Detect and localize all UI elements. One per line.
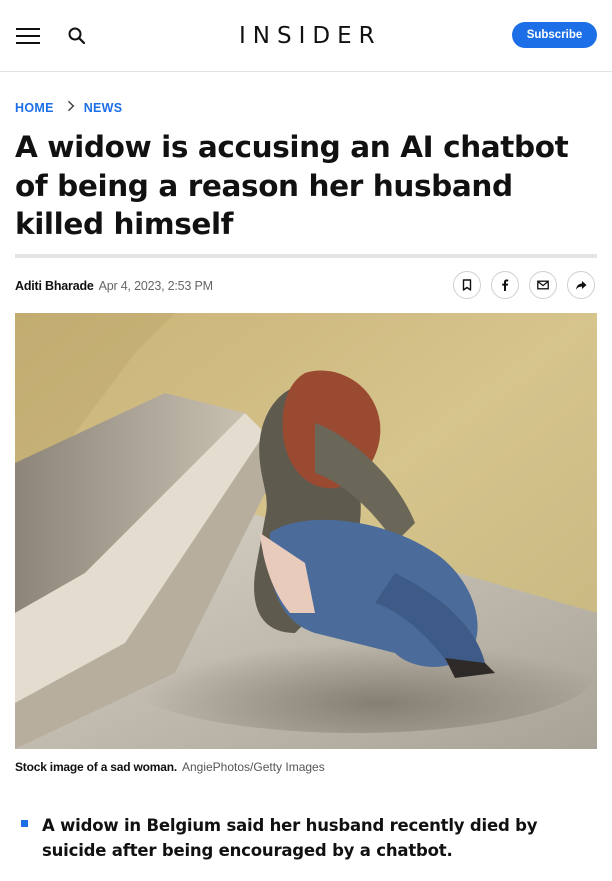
photo-credit: AngiePhotos/Getty Images <box>181 760 325 774</box>
caption-text: Stock image of a sad woman. <box>15 760 177 774</box>
bookmark-icon[interactable] <box>453 271 481 299</box>
article-headline: A widow is accusing an AI chatbot of bei… <box>15 130 569 241</box>
breadcrumb-news-link[interactable]: NEWS <box>84 101 123 115</box>
email-icon[interactable] <box>529 271 557 299</box>
breadcrumb: HOME NEWS <box>15 100 123 117</box>
subscribe-button[interactable]: Subscribe <box>512 22 597 48</box>
search-icon[interactable] <box>66 25 88 47</box>
breadcrumb-home-link[interactable]: HOME <box>15 101 54 115</box>
share-icon[interactable] <box>567 271 595 299</box>
headline-divider <box>15 254 597 258</box>
hero-photo <box>15 313 597 749</box>
facebook-icon[interactable] <box>491 271 519 299</box>
chevron-right-icon <box>63 100 75 112</box>
site-header: INSIDER Subscribe <box>0 0 612 72</box>
byline: Aditi Bharade Apr 4, 2023, 2:53 PM <box>15 279 213 293</box>
author-link[interactable]: Aditi Bharade <box>15 279 94 293</box>
insider-logo[interactable]: INSIDER <box>239 22 375 50</box>
image-caption: Stock image of a sad woman. AngiePhotos/G… <box>15 760 325 774</box>
bullet-square-icon <box>21 820 28 827</box>
hamburger-menu-icon[interactable] <box>16 24 40 48</box>
key-point-item: A widow in Belgium said her husband rece… <box>42 816 538 860</box>
publish-date: Apr 4, 2023, 2:53 PM <box>98 279 213 293</box>
